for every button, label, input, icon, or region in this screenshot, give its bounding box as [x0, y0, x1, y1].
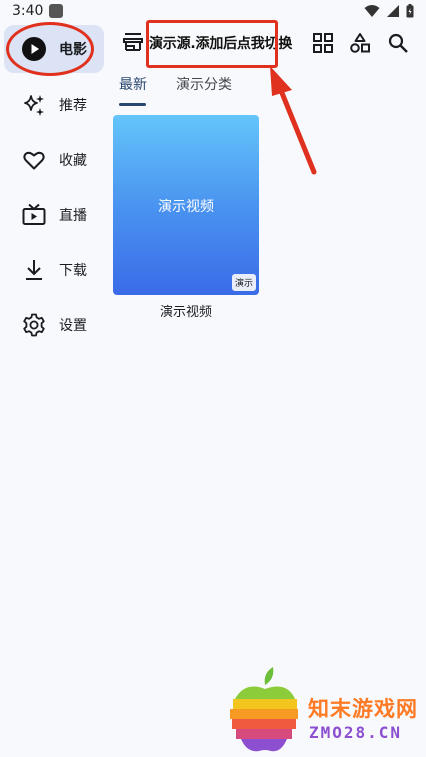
video-poster[interactable]: 演示视频 演示	[113, 115, 259, 295]
tab-demo-category[interactable]: 演示分类	[176, 74, 232, 94]
battery-icon	[406, 4, 414, 18]
poster-text: 演示视频	[158, 199, 214, 215]
rail-item-live[interactable]: 直播	[4, 191, 104, 239]
search-icon[interactable]	[387, 32, 409, 54]
tab-indicator	[119, 103, 146, 106]
rail-item-label: 直播	[59, 208, 87, 224]
highlight-ring-annotation	[6, 22, 94, 76]
signal-icon	[387, 5, 399, 17]
tv-icon	[22, 203, 46, 225]
video-title: 演示视频	[159, 305, 212, 320]
arrow-annotation	[270, 66, 317, 175]
grid-icon[interactable]	[312, 32, 334, 54]
watermark: 知末游戏网 ZMO28.CN	[225, 665, 425, 755]
video-card[interactable]: 演示视频 演示 演示视频	[113, 115, 259, 320]
status-icons	[364, 4, 414, 18]
sparkle-icon	[24, 95, 44, 116]
tab-latest[interactable]: 最新	[119, 74, 147, 94]
watermark-text-cn: 知末游戏网	[308, 697, 418, 721]
rail-item-download[interactable]: 下载	[4, 246, 104, 294]
rail-item-label: 设置	[59, 318, 87, 334]
storefront-icon[interactable]	[122, 31, 144, 53]
rail-item-settings[interactable]: 设置	[4, 301, 104, 349]
gear-icon	[23, 313, 45, 337]
navigation-rail: 电影 推荐 收藏 直播 下载 设置	[0, 24, 108, 757]
heart-icon	[23, 151, 45, 170]
download-icon	[26, 260, 42, 280]
status-time: 3:40	[12, 3, 44, 19]
rail-item-recommend[interactable]: 推荐	[4, 81, 104, 129]
rail-item-favorites[interactable]: 收藏	[4, 136, 104, 184]
source-badge: 演示	[231, 274, 256, 291]
notification-app-icon	[49, 4, 63, 18]
apple-logo-icon	[230, 667, 298, 752]
rail-item-label: 下载	[59, 263, 87, 279]
wifi-icon	[364, 5, 380, 17]
category-icon[interactable]	[349, 32, 371, 54]
rail-item-label: 收藏	[59, 153, 87, 169]
rail-item-label: 推荐	[59, 98, 87, 114]
watermark-text-en: ZMO28.CN	[309, 723, 403, 742]
